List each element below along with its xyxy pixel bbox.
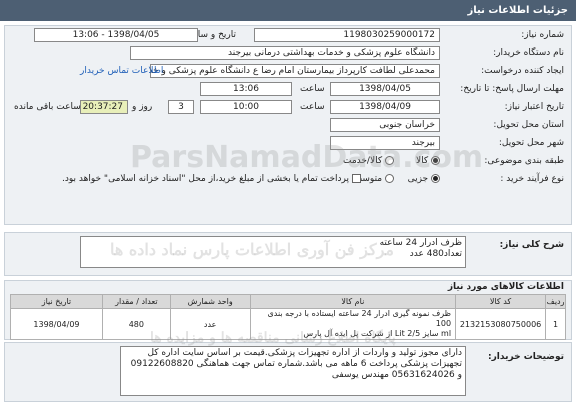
validity-label: تاریخ اعتبار نیاز:: [504, 102, 564, 112]
validity-time-field[interactable]: 10:00: [200, 100, 292, 114]
cell-name-line-1: ظرف نمونه گیری ادرار 24 ساعته ایستاده با…: [267, 309, 452, 328]
radio-icon[interactable]: [385, 156, 394, 165]
radio-selected-icon[interactable]: [431, 156, 440, 165]
send-deadline-label: مهلت ارسال پاسخ: تا تاریخ:: [460, 84, 564, 94]
process-option-minor[interactable]: جزیی: [408, 174, 440, 184]
summary-textbox[interactable]: ظرف ادرار 24 ساعته تعداد480 عدد: [80, 236, 466, 268]
radio-icon[interactable]: [385, 174, 394, 183]
col-qty: تعداد / مقدار: [101, 294, 171, 309]
treasury-payment-option[interactable]: پرداخت تمام یا بخشی از مبلغ خرید،از محل …: [62, 174, 361, 184]
need-number-label: شماره نیاز:: [521, 30, 564, 40]
category-option-goods[interactable]: کالا: [416, 156, 440, 166]
goods-title: اطلاعات کالاهای مورد نیاز: [447, 282, 564, 292]
cell-row: 1: [545, 308, 566, 340]
days-label: روز و: [132, 102, 153, 112]
cell-date: 1398/04/09: [10, 308, 103, 340]
cell-name-line-2: ml سایز 2/5 Lit از شرکت پل ایده آل پارس: [303, 329, 452, 338]
page-title: جزئیات اطلاعات نیاز: [467, 5, 568, 16]
goods-table: ردیف کد کالا نام کالا واحد شمارش تعداد /…: [10, 294, 566, 340]
cell-code: 2132153080750006: [455, 308, 547, 340]
creator-label: ایجاد کننده درخواست:: [481, 66, 564, 76]
page-header: جزئیات اطلاعات نیاز: [0, 0, 576, 21]
send-date-field[interactable]: 1398/04/05: [330, 82, 440, 96]
buyer-contact-link[interactable]: اطلاعات تماس خریدار: [80, 66, 163, 76]
city-field[interactable]: بیرجند: [330, 136, 440, 150]
announce-field[interactable]: 1398/04/05 - 13:06: [34, 28, 198, 42]
summary-label: شرح کلی نیاز:: [499, 240, 564, 250]
cell-unit: عدد: [169, 308, 251, 340]
province-field[interactable]: خراسان جنوبی: [330, 118, 440, 132]
remaining-time-label: ساعت باقی مانده: [14, 102, 81, 112]
category-option-goods-service-label: کالا/خدمت: [342, 156, 383, 166]
buyer-label: نام دستگاه خریدار:: [493, 48, 564, 58]
process-option-minor-label: جزیی: [407, 174, 429, 184]
notes-textbox[interactable]: دارای مجوز تولید و واردات از اداره تجهیز…: [120, 346, 466, 396]
summary-line-1: ظرف ادرار 24 ساعته: [379, 238, 462, 248]
category-option-goods-label: کالا: [415, 156, 429, 166]
col-name: نام کالا: [249, 294, 457, 309]
send-time-field[interactable]: 13:06: [200, 82, 292, 96]
table-row[interactable]: 1 2132153080750006 ظرف نمونه گیری ادرار …: [10, 308, 566, 340]
remaining-time-field: 20:37:27: [80, 100, 128, 114]
creator-field[interactable]: محمدعلی لطافت کارپرداز بیمارستان امام رض…: [150, 64, 440, 78]
checkbox-icon[interactable]: [351, 174, 361, 183]
need-number-field[interactable]: 1198030259000172: [254, 28, 440, 42]
validity-date-field[interactable]: 1398/04/09: [330, 100, 440, 114]
cell-name: ظرف نمونه گیری ادرار 24 ساعته ایستاده با…: [249, 308, 457, 340]
col-code: کد کالا: [455, 294, 547, 309]
category-label: طبقه بندی موضوعی:: [484, 156, 564, 166]
category-option-goods-service[interactable]: کالا/خدمت: [343, 156, 394, 166]
province-label: استان محل تحویل:: [493, 120, 564, 130]
send-time-label: ساعت: [300, 84, 325, 94]
summary-line-2: تعداد480 عدد: [409, 249, 462, 259]
goods-table-header: ردیف کد کالا نام کالا واحد شمارش تعداد /…: [10, 294, 566, 309]
city-label: شهر محل تحویل:: [498, 138, 564, 148]
notes-label: توضیحات خریدار:: [488, 352, 564, 362]
col-unit: واحد شمارش: [169, 294, 251, 309]
treasury-payment-note: پرداخت تمام یا بخشی از مبلغ خرید،از محل …: [62, 174, 350, 184]
radio-selected-icon[interactable]: [431, 174, 440, 183]
cell-qty: 480: [101, 308, 171, 340]
process-label: نوع فرآیند خرید :: [500, 174, 564, 184]
col-date: تاریخ نیاز: [10, 294, 103, 309]
buyer-field[interactable]: دانشگاه علوم پزشکی و خدمات بهداشتی درمان…: [130, 46, 440, 60]
col-row: ردیف: [545, 294, 566, 309]
validity-time-label: ساعت: [300, 102, 325, 112]
days-remaining-field[interactable]: 3: [168, 100, 194, 114]
